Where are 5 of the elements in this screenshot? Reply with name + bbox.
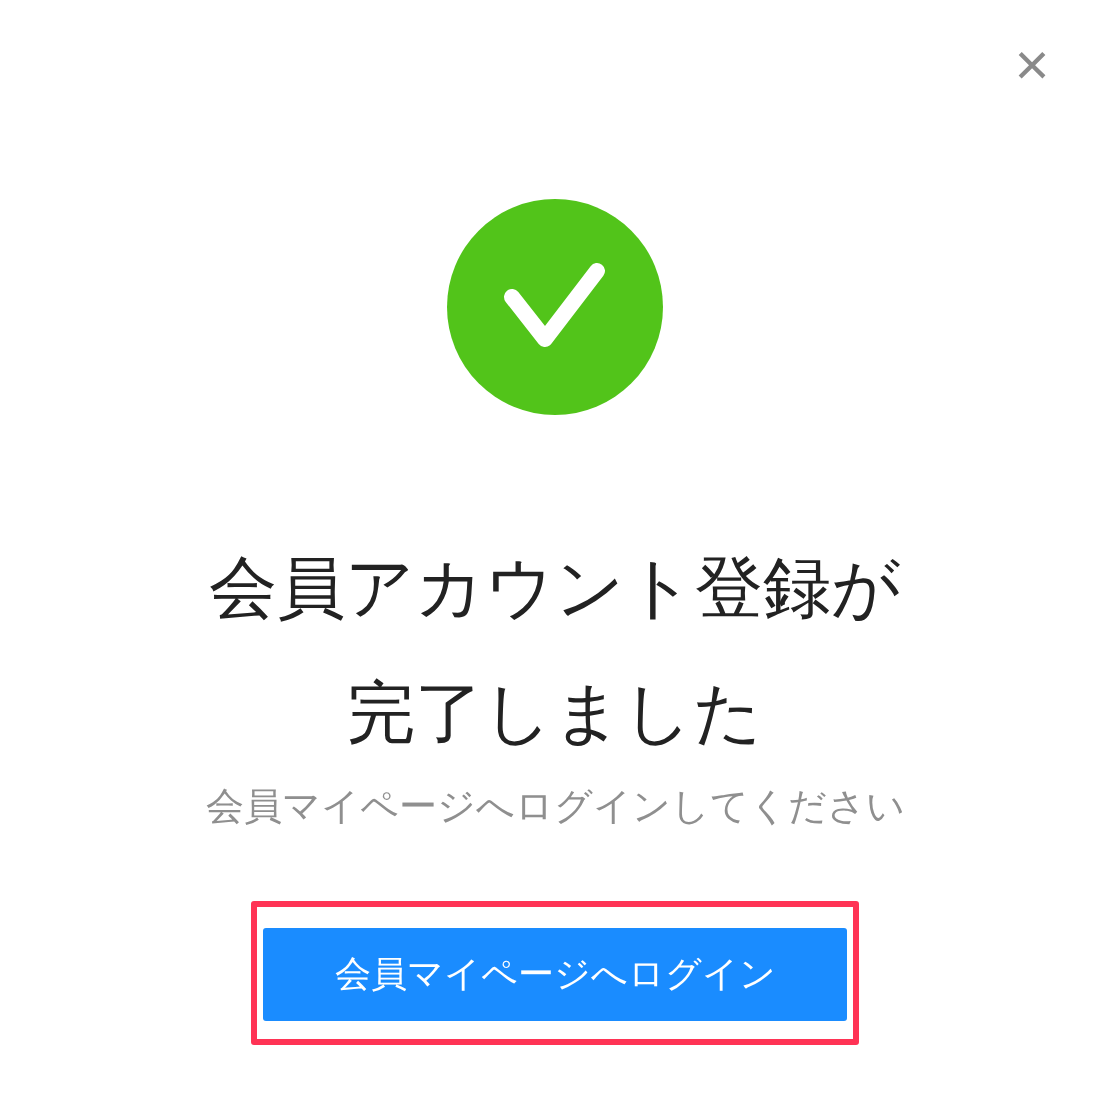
close-button[interactable]: ×	[1010, 40, 1054, 90]
success-title: 会員アカウント登録が完了しました	[208, 547, 902, 754]
check-circle-icon	[447, 199, 663, 415]
instruction-text: 会員マイページへログインしてください	[205, 783, 905, 830]
login-button[interactable]: 会員マイページへログイン	[263, 928, 847, 1021]
